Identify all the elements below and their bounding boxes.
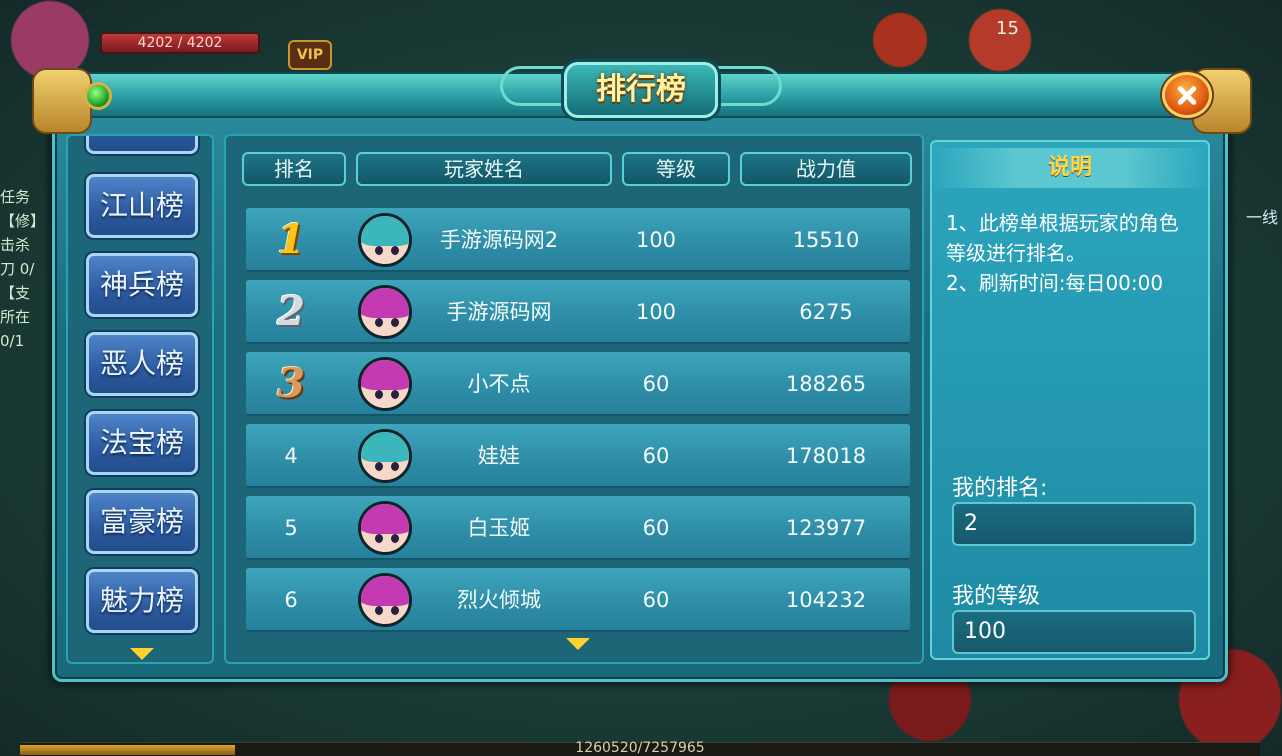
title-ornament-left <box>500 66 570 106</box>
category-button-hidden[interactable] <box>86 136 198 154</box>
category-list[interactable]: 江山榜 神兵榜 恶人榜 法宝榜 富豪榜 魅力榜 <box>66 134 214 664</box>
avatar[interactable] <box>358 573 412 627</box>
avatar[interactable] <box>358 285 412 339</box>
power-cell: 104232 <box>785 588 867 612</box>
player-name-cell: 娃娃 <box>478 444 520 468</box>
task-line: 【修】 <box>0 212 46 230</box>
rank-cell: 5 <box>284 516 298 540</box>
rank-medal-icon: 2 <box>277 288 305 335</box>
close-button[interactable] <box>1162 72 1212 118</box>
power-cell: 188265 <box>785 372 867 396</box>
table-row[interactable]: 1 手游源码网2 100 15510 <box>246 208 910 272</box>
header-level: 等级 <box>622 152 730 186</box>
category-button[interactable]: 江山榜 <box>86 174 198 238</box>
ranking-table: 排名 玩家姓名 等级 战力值 1 手游源码网2 100 15510 2 手游源码网 100 6… <box>224 134 924 664</box>
info-line: 2、刷新时间:每日00:00 <box>946 271 1164 295</box>
my-rank-field: 2 <box>952 502 1196 546</box>
table-row[interactable]: 3 小不点 60 188265 <box>246 352 910 416</box>
player-name-cell: 小不点 <box>467 372 531 396</box>
line-switch-label[interactable]: 一线 <box>1246 204 1278 228</box>
experience-text: 1260520/7257965 <box>575 740 705 756</box>
power-cell: 6275 <box>799 300 853 324</box>
power-cell: 15510 <box>792 228 860 252</box>
task-line: 【支 <box>0 284 31 302</box>
category-button[interactable]: 富豪榜 <box>86 490 198 554</box>
header-player-name: 玩家姓名 <box>356 152 612 186</box>
title-ornament-right <box>712 66 782 106</box>
avatar[interactable] <box>358 429 412 483</box>
info-line: 1、此榜单根据玩家的角色等级进行排名。 <box>946 211 1179 265</box>
power-cell: 123977 <box>785 516 867 540</box>
player-name-cell: 白玉姬 <box>467 516 531 540</box>
category-button[interactable]: 恶人榜 <box>86 332 198 396</box>
level-cell: 60 <box>642 516 670 540</box>
table-row[interactable]: 2 手游源码网 100 6275 <box>246 280 910 344</box>
my-rank-label: 我的排名: <box>952 476 1048 501</box>
table-row[interactable]: 6 烈火倾城 60 104232 <box>246 568 910 632</box>
level-cell: 60 <box>642 588 670 612</box>
scroll-down-arrow-icon[interactable] <box>130 648 154 660</box>
task-line: 所在 <box>0 308 31 326</box>
category-button[interactable]: 法宝榜 <box>86 411 198 475</box>
player-hp-bar: 4202 / 4202 <box>100 32 260 54</box>
category-button[interactable]: 魅力榜 <box>86 569 198 633</box>
avatar[interactable] <box>358 357 412 411</box>
avatar[interactable] <box>358 213 412 267</box>
my-level-field: 100 <box>952 610 1196 654</box>
level-cell: 100 <box>635 300 677 324</box>
task-tracker[interactable]: 任务 【修】 击杀 刀 0/ 【支 所在 0/1 <box>0 185 60 385</box>
player-name-cell: 手游源码网2 <box>439 228 559 252</box>
level-cell: 60 <box>642 372 670 396</box>
task-line: 击杀 <box>0 236 31 254</box>
table-row[interactable]: 5 白玉姬 60 123977 <box>246 496 910 560</box>
player-name-cell: 烈火倾城 <box>457 588 541 612</box>
rail-ornament-left <box>32 68 92 134</box>
avatar[interactable] <box>358 501 412 555</box>
info-title: 说明 <box>932 148 1208 188</box>
panel-title: 排行榜 <box>564 62 718 118</box>
task-line: 0/1 <box>0 332 25 350</box>
category-button[interactable]: 神兵榜 <box>86 253 198 317</box>
rank-medal-icon: 3 <box>277 360 305 407</box>
player-name-cell: 手游源码网 <box>446 300 552 324</box>
task-line: 任务 <box>0 188 31 206</box>
table-row[interactable]: 4 娃娃 60 178018 <box>246 424 910 488</box>
level-cell: 60 <box>642 444 670 468</box>
scroll-down-arrow-icon[interactable] <box>566 638 590 650</box>
header-power: 战力值 <box>740 152 912 186</box>
rank-medal-icon: 1 <box>277 216 305 263</box>
level-cell: 100 <box>635 228 677 252</box>
vip-icon[interactable]: VIP <box>288 40 332 70</box>
info-description: 1、此榜单根据玩家的角色等级进行排名。 2、刷新时间:每日00:00 <box>946 208 1196 298</box>
header-rank: 排名 <box>242 152 346 186</box>
rank-cell: 4 <box>284 444 298 468</box>
power-cell: 178018 <box>785 444 867 468</box>
my-level-label: 我的等级 <box>952 584 1041 609</box>
gem-icon <box>84 82 112 110</box>
experience-bar: 1260520/7257965 <box>20 740 1260 756</box>
top-counter: 15 <box>996 18 1019 39</box>
info-panel: 说明 1、此榜单根据玩家的角色等级进行排名。 2、刷新时间:每日00:00 我的… <box>930 140 1210 660</box>
rank-cell: 6 <box>284 588 298 612</box>
task-line: 刀 0/ <box>0 260 35 278</box>
